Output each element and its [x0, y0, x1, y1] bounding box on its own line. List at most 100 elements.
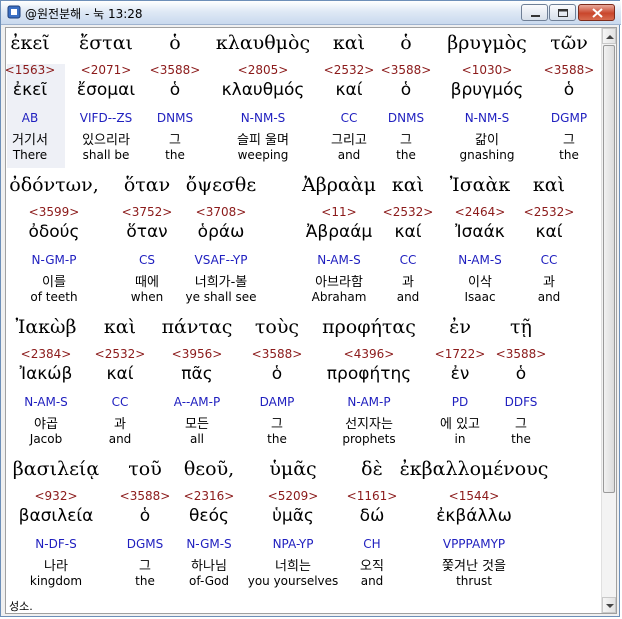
- korean-gloss: 갊이: [475, 133, 499, 148]
- english-gloss: thrust: [456, 574, 492, 588]
- parse-code: DDFS: [504, 395, 538, 409]
- korean-gloss: 과: [114, 417, 126, 432]
- minimize-button[interactable]: [521, 4, 548, 21]
- lexical-form: καί: [535, 222, 563, 242]
- strong-number: <3588>: [251, 347, 303, 361]
- english-gloss: the: [396, 148, 416, 162]
- parse-code: DNMS: [387, 111, 425, 125]
- english-gloss: ye shall see: [185, 290, 257, 304]
- lexical-form: ὁ: [271, 364, 283, 384]
- lexical-form: προφήτης: [326, 364, 412, 384]
- greek-word[interactable]: βασιλείᾳ: [13, 458, 99, 480]
- parse-code: DGMP: [550, 111, 588, 125]
- korean-gloss: 쫓겨난 것을: [442, 559, 506, 574]
- close-button[interactable]: [578, 4, 615, 21]
- greek-word[interactable]: δὲ: [361, 458, 383, 480]
- greek-word[interactable]: ὀδόντων,: [9, 174, 98, 196]
- strong-number: <2805>: [237, 63, 289, 77]
- english-gloss: gnashing: [459, 148, 515, 162]
- maximize-button[interactable]: [549, 4, 576, 21]
- greek-word[interactable]: καὶ: [104, 316, 136, 338]
- greek-word[interactable]: θεοῦ,: [184, 458, 234, 480]
- greek-word[interactable]: τοῦ: [128, 458, 162, 480]
- greek-word[interactable]: ὑμᾶς: [269, 458, 316, 480]
- lexical-form: ὑμᾶς: [272, 506, 314, 526]
- strong-number: <1161>: [346, 489, 398, 503]
- scrollbar-thumb[interactable]: [603, 45, 615, 493]
- lexical-form: ἐκβάλλω: [436, 506, 512, 526]
- korean-gloss: 과: [543, 275, 555, 290]
- greek-word[interactable]: Ἰακὼβ: [15, 316, 76, 338]
- strong-number: <2384>: [20, 347, 72, 361]
- lexical-form: ὁ: [515, 364, 527, 384]
- parse-code: CC: [399, 253, 417, 267]
- english-gloss: you yourselves: [247, 574, 339, 588]
- arrow-down-icon: [606, 604, 614, 608]
- korean-gloss: 그: [563, 133, 575, 148]
- greek-word[interactable]: ὄψεσθε: [186, 174, 256, 196]
- strong-number: <3599>: [28, 205, 80, 219]
- greek-word[interactable]: Ἰσαὰκ: [450, 174, 510, 196]
- lexical-form: καί: [394, 222, 422, 242]
- korean-gloss: 선지자는: [345, 417, 393, 432]
- vertical-scrollbar[interactable]: [601, 28, 616, 613]
- parse-code: CH: [363, 537, 381, 551]
- close-icon: [592, 8, 603, 18]
- greek-word[interactable]: τῇ: [510, 316, 532, 338]
- lexical-form: δώ: [359, 506, 385, 526]
- parse-code: N-GM-S: [186, 537, 232, 551]
- scroll-up-button[interactable]: [602, 28, 616, 44]
- lexical-form: ἐκεῖ: [12, 80, 48, 100]
- parse-code: N-NM-S: [240, 111, 286, 125]
- title-bar[interactable]: @원전분해 - 눅 13:28: [1, 1, 621, 25]
- greek-word[interactable]: ἔσται: [79, 32, 133, 54]
- greek-word[interactable]: ὅταν: [124, 174, 170, 196]
- lexical-form: ὁ: [563, 80, 575, 100]
- greek-word[interactable]: βρυγμὸς: [447, 32, 527, 54]
- greek-word[interactable]: ἐκβαλλομένους: [400, 458, 549, 480]
- greek-word[interactable]: καὶ: [333, 32, 365, 54]
- english-gloss: shall be: [82, 148, 130, 162]
- strong-number: <1563>: [6, 63, 56, 77]
- korean-gloss: 그: [271, 417, 283, 432]
- greek-word[interactable]: ὁ: [400, 32, 411, 54]
- english-gloss: the: [559, 148, 579, 162]
- lexical-form: καί: [335, 80, 363, 100]
- greek-word[interactable]: ἐκεῖ: [10, 32, 49, 54]
- greek-word[interactable]: πάντας: [162, 316, 233, 338]
- korean-gloss: 그: [400, 133, 412, 148]
- korean-gloss: 에 있고: [439, 417, 481, 432]
- korean-gloss: 그: [169, 133, 181, 148]
- korean-gloss: 이삭: [468, 275, 492, 290]
- korean-gloss: 너희는: [275, 559, 311, 574]
- scroll-down-button[interactable]: [602, 597, 616, 613]
- english-gloss: and: [360, 574, 384, 588]
- korean-gloss: 거기서: [12, 133, 48, 148]
- greek-word[interactable]: ὁ: [169, 32, 180, 54]
- strong-number: <2532>: [323, 63, 375, 77]
- lexical-form: ὁ: [139, 506, 151, 526]
- greek-word[interactable]: τοὺς: [255, 316, 299, 338]
- parse-code: CC: [111, 395, 129, 409]
- strong-number: <1544>: [448, 489, 500, 503]
- strong-number: <3588>: [543, 63, 595, 77]
- greek-word[interactable]: Ἀβραὰμ: [302, 174, 376, 196]
- lexical-form: ὁ: [169, 80, 181, 100]
- strong-number: <5209>: [267, 489, 319, 503]
- greek-word[interactable]: καὶ: [392, 174, 424, 196]
- greek-word[interactable]: κλαυθμὸς: [216, 32, 310, 54]
- strong-number: <3956>: [171, 347, 223, 361]
- strong-number: <2464>: [454, 205, 506, 219]
- interlinear-content: 성소. ἐκεῖ <1563> ἐκεῖ AB 거기서 There ἔσται <2071> ἔ…: [6, 28, 601, 613]
- interlinear-view[interactable]: 성소. ἐκεῖ <1563> ἐκεῖ AB 거기서 There ἔσται <2071> ἔ…: [5, 27, 617, 614]
- parse-code: PD: [451, 395, 469, 409]
- english-gloss: when: [130, 290, 164, 304]
- greek-word[interactable]: ἐν: [449, 316, 471, 338]
- english-gloss: kingdom: [29, 574, 83, 588]
- parse-code: VIFD--ZS: [79, 111, 133, 125]
- greek-word[interactable]: τῶν: [550, 32, 588, 54]
- greek-word[interactable]: προφήτας: [322, 316, 416, 338]
- english-gloss: of teeth: [30, 290, 78, 304]
- lexical-form: κλαυθμός: [221, 80, 305, 100]
- greek-word[interactable]: καὶ: [533, 174, 565, 196]
